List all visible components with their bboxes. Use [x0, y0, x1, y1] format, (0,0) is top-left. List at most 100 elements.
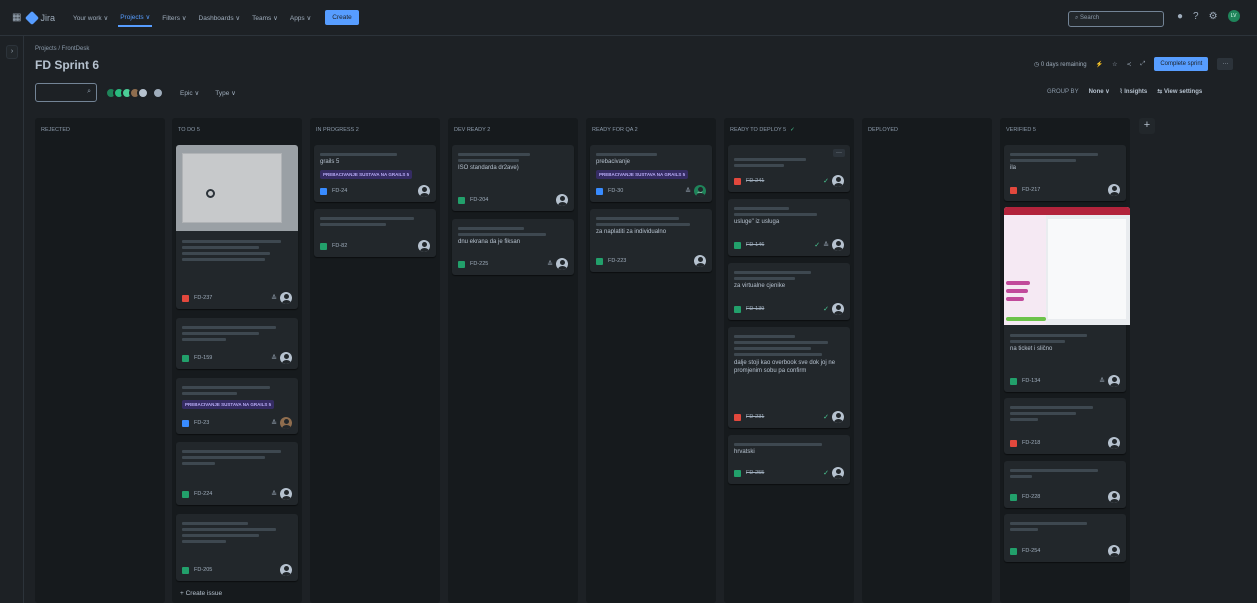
- issue-key[interactable]: FD-228: [1022, 494, 1040, 500]
- lightning-icon[interactable]: ⚡: [1096, 61, 1103, 68]
- board-search-input[interactable]: ⌕: [35, 83, 97, 102]
- issue-card[interactable]: PREBACIVANJE SUSTAVA NA GRAILS 5 FD-23 ≙: [176, 378, 298, 434]
- assignee-avatar[interactable]: [832, 239, 844, 251]
- nav-apps[interactable]: Apps ∨: [288, 10, 313, 26]
- assignee-avatar[interactable]: [280, 564, 292, 576]
- nav-dashboards[interactable]: Dashboards ∨: [197, 10, 243, 26]
- share-icon[interactable]: ≺: [1126, 61, 1131, 68]
- complete-sprint-button[interactable]: Complete sprint: [1154, 57, 1209, 71]
- issue-card[interactable]: za naplatiti za individualno FD-223: [590, 209, 712, 272]
- search-input[interactable]: ⌕ Search: [1068, 11, 1164, 27]
- issue-card[interactable]: za virtualne cjenike FD-139 ✓: [728, 263, 850, 320]
- avatar[interactable]: [137, 86, 149, 99]
- assignee-avatar[interactable]: [1108, 545, 1120, 557]
- issue-card[interactable]: na ticket i slično FD-134 ≙: [1004, 207, 1130, 392]
- issue-card[interactable]: prebacivanje PREBACIVANJE SUSTAVA NA GRA…: [590, 145, 712, 202]
- assignee-avatar[interactable]: [418, 185, 430, 197]
- nav-filters[interactable]: Filters ∨: [160, 10, 188, 26]
- assignee-filter[interactable]: [105, 86, 164, 99]
- assignee-avatar[interactable]: [1108, 375, 1120, 387]
- app-switcher-icon[interactable]: ▦: [12, 12, 21, 23]
- assignee-avatar[interactable]: [280, 352, 292, 364]
- issue-key[interactable]: FD-224: [194, 491, 212, 497]
- issue-card[interactable]: FD-205: [176, 514, 298, 581]
- assignee-avatar[interactable]: [280, 417, 292, 429]
- assignee-avatar[interactable]: JD: [694, 185, 706, 197]
- card-more-icon[interactable]: ···: [833, 149, 845, 157]
- issue-key[interactable]: FD-231: [746, 414, 764, 420]
- issue-card[interactable]: dnu ekrana da je fiksan FD-225 ≙: [452, 219, 574, 275]
- assignee-avatar[interactable]: [832, 175, 844, 187]
- issue-key[interactable]: FD-254: [1022, 548, 1040, 554]
- issue-key[interactable]: FD-241: [746, 178, 764, 184]
- issue-card[interactable]: FD-224 ≙: [176, 442, 298, 505]
- assignee-avatar[interactable]: [832, 303, 844, 315]
- issue-key[interactable]: FD-134: [1022, 378, 1040, 384]
- issue-key[interactable]: FD-205: [194, 567, 212, 573]
- assignee-avatar[interactable]: [694, 255, 706, 267]
- jira-logo[interactable]: Jira: [25, 10, 55, 25]
- issue-card[interactable]: FD-159 ≙: [176, 318, 298, 369]
- issue-key[interactable]: FD-217: [1022, 187, 1040, 193]
- issue-key[interactable]: FD-146: [746, 242, 764, 248]
- issue-key[interactable]: FD-24: [332, 188, 347, 194]
- view-settings-button[interactable]: ⇆ View settings: [1157, 88, 1202, 95]
- assignee-avatar[interactable]: [556, 258, 568, 270]
- issue-key[interactable]: FD-139: [746, 306, 764, 312]
- issue-card[interactable]: dalje stoji kao overbook sve dok joj ne …: [728, 327, 850, 428]
- add-column-button[interactable]: +: [1139, 118, 1155, 134]
- issue-card[interactable]: FD-218: [1004, 398, 1126, 454]
- epic-label[interactable]: PREBACIVANJE SUSTAVA NA GRAILS 5: [596, 170, 689, 179]
- expand-sidebar-icon[interactable]: ›: [6, 45, 18, 59]
- create-issue-button[interactable]: + Create issue: [180, 590, 222, 597]
- issue-key[interactable]: FD-82: [332, 243, 347, 249]
- type-filter[interactable]: Type ∨: [215, 89, 236, 97]
- issue-key[interactable]: FD-204: [470, 197, 488, 203]
- more-actions-button[interactable]: ···: [1217, 58, 1234, 70]
- epic-label[interactable]: PREBACIVANJE SUSTAVA NA GRAILS 5: [182, 400, 275, 409]
- user-avatar[interactable]: LV: [1227, 10, 1240, 22]
- assignee-avatar[interactable]: [280, 292, 292, 304]
- issue-card[interactable]: usluge" iz usluga FD-146 ✓ ≙: [728, 199, 850, 256]
- epic-filter[interactable]: Epic ∨: [180, 89, 199, 97]
- issue-key[interactable]: FD-30: [608, 188, 623, 194]
- nav-teams[interactable]: Teams ∨: [250, 10, 280, 26]
- assignee-avatar[interactable]: [418, 240, 430, 252]
- breadcrumb[interactable]: Projects / FrontDesk: [35, 46, 89, 52]
- group-by-select[interactable]: None ∨: [1089, 88, 1110, 95]
- issue-card[interactable]: FD-254: [1004, 514, 1126, 562]
- assignee-avatar[interactable]: [832, 467, 844, 479]
- issue-key[interactable]: FD-159: [194, 355, 212, 361]
- issue-key[interactable]: FD-255: [746, 470, 764, 476]
- issue-card[interactable]: ··· FD-241 ✓: [728, 145, 850, 192]
- issue-key[interactable]: FD-237: [194, 295, 212, 301]
- insights-button[interactable]: ⌇ Insights: [1120, 88, 1148, 95]
- settings-icon[interactable]: ⚙: [1209, 11, 1218, 22]
- assignee-avatar[interactable]: [832, 411, 844, 423]
- issue-card[interactable]: FD-237 ≙: [176, 145, 298, 309]
- assignee-avatar[interactable]: [1108, 437, 1120, 449]
- nav-your-work[interactable]: Your work ∨: [71, 10, 110, 26]
- notifications-icon[interactable]: ●: [1177, 11, 1183, 22]
- avatar[interactable]: [152, 86, 164, 99]
- assignee-avatar[interactable]: [556, 194, 568, 206]
- issue-card[interactable]: hrvatski FD-255 ✓: [728, 435, 850, 484]
- issue-key[interactable]: FD-225: [470, 261, 488, 267]
- expand-icon[interactable]: ⤢: [1141, 61, 1146, 68]
- issue-key[interactable]: FD-23: [194, 420, 209, 426]
- issue-card[interactable]: grails 5 PREBACIVANJE SUSTAVA NA GRAILS …: [314, 145, 436, 202]
- issue-card[interactable]: FD-82: [314, 209, 436, 257]
- star-icon[interactable]: ☆: [1112, 61, 1117, 68]
- nav-projects[interactable]: Projects ∨: [118, 9, 153, 27]
- help-icon[interactable]: ?: [1193, 11, 1199, 22]
- create-button[interactable]: Create: [325, 10, 359, 25]
- epic-label[interactable]: PREBACIVANJE SUSTAVA NA GRAILS 5: [320, 170, 413, 179]
- assignee-avatar[interactable]: [1108, 491, 1120, 503]
- issue-card[interactable]: ila FD-217: [1004, 145, 1126, 201]
- assignee-avatar[interactable]: [1108, 184, 1120, 196]
- issue-card[interactable]: ISO standarda dr2ave) FD-204: [452, 145, 574, 211]
- assignee-avatar[interactable]: [280, 488, 292, 500]
- issue-key[interactable]: FD-223: [608, 258, 626, 264]
- issue-card[interactable]: FD-228: [1004, 461, 1126, 508]
- issue-key[interactable]: FD-218: [1022, 440, 1040, 446]
